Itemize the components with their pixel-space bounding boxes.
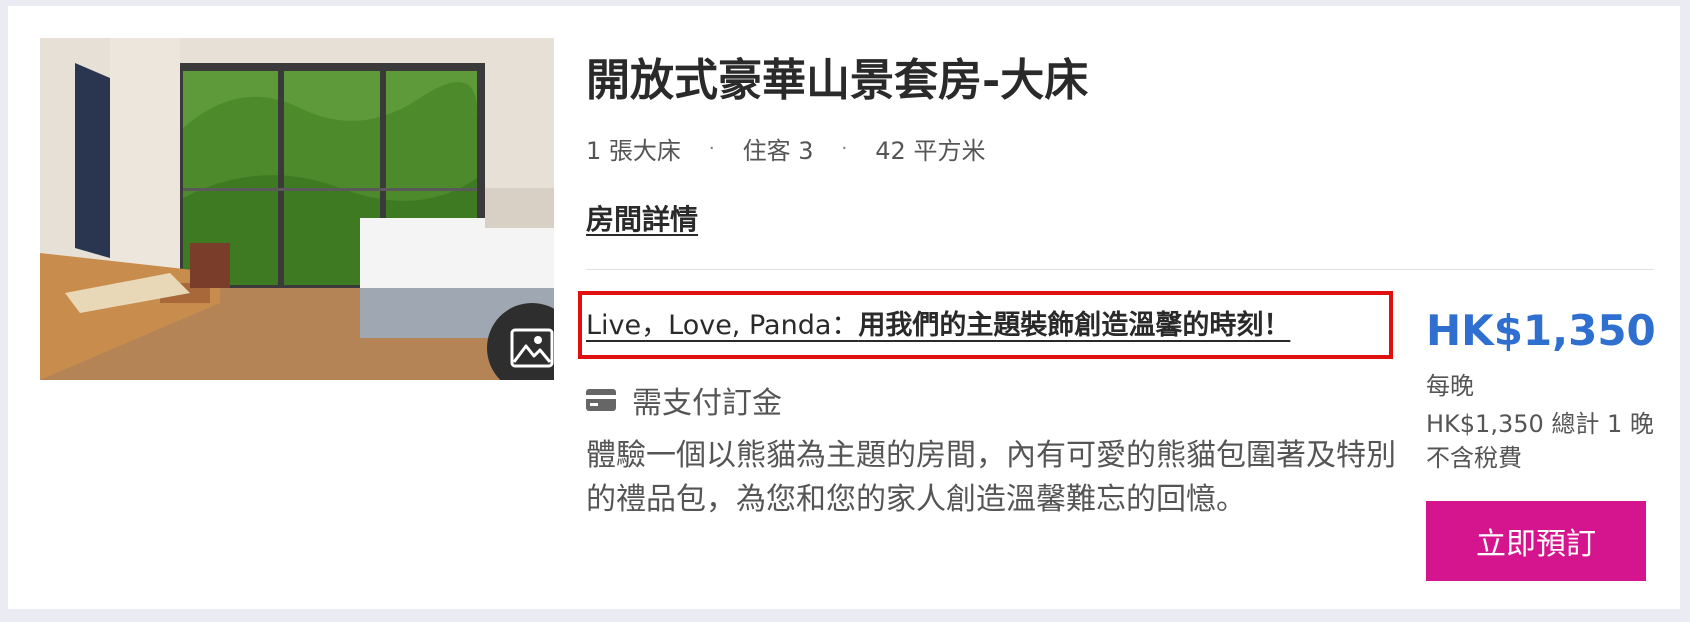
credit-card-icon — [586, 389, 616, 411]
room-description: 體驗一個以熊貓為主題的房間，內有可愛的熊貓包圍著及特別的禮品包，為您和您的家人創… — [586, 438, 1396, 517]
room-title: 開放式豪華山景套房-大床 — [586, 55, 1089, 106]
promo-text: 用我們的主題裝飾創造溫馨的時刻！ — [858, 310, 1291, 341]
promo-link[interactable]: Live，Love, Panda：用我們的主題裝飾創造溫馨的時刻！ — [586, 303, 1290, 342]
bed-info: 1 張大床 — [586, 137, 681, 165]
per-night-label: 每晚 — [1426, 372, 1474, 400]
deposit-label: 需支付訂金 — [632, 386, 782, 421]
room-photo[interactable] — [40, 38, 554, 380]
guest-info: 住客 3 — [742, 137, 814, 165]
room-photo-image — [40, 38, 554, 380]
tax-note: 不含稅費 — [1426, 444, 1522, 472]
divider — [586, 269, 1654, 270]
room-details-link[interactable]: 房間詳情 — [586, 198, 698, 238]
separator-dot: · — [708, 138, 715, 159]
room-specs: 1 張大床 · 住客 3 · 42 平方米 — [586, 131, 985, 166]
room-price: HK$1,350 — [1426, 306, 1656, 355]
room-card: 開放式豪華山景套房-大床 1 張大床 · 住客 3 · 42 平方米 房間詳情 … — [8, 6, 1680, 609]
total-price: HK$1,350 總計 1 晚 — [1426, 410, 1654, 438]
image-gallery-icon — [510, 328, 554, 368]
deposit-info: 需支付訂金 — [586, 378, 782, 422]
separator-dot: · — [841, 138, 848, 159]
room-size: 42 平方米 — [875, 137, 986, 165]
book-now-button[interactable]: 立即預訂 — [1426, 501, 1646, 581]
promo-prefix: Live，Love, Panda： — [586, 310, 859, 341]
